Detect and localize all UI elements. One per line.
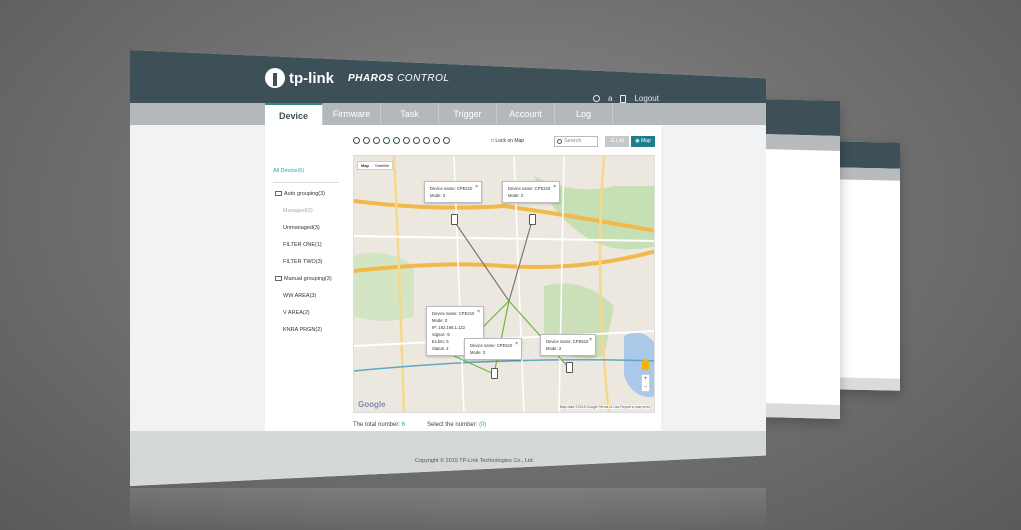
background-window-2 [836,141,900,391]
street-view-pegman-icon[interactable] [642,360,649,370]
main-tabs: Device Firmware Task Trigger Account Log [265,103,613,127]
background-window-footer [836,377,900,391]
map-view-button[interactable]: ◉ Map [631,136,655,147]
product-name: PHAROS CONTROL [348,72,450,84]
search-icon [557,139,562,144]
tab-account[interactable]: Account [497,103,555,127]
user-icon [593,95,600,102]
map-attribution: Map data ©2015 Google Terms of Use Repor… [559,405,650,409]
close-icon[interactable]: × [553,184,556,191]
background-window-navbar [836,167,900,181]
device-count-bar: The total number: 6 Select the number: (… [353,422,486,428]
add-icon[interactable] [353,137,360,144]
sidebar-item-ww-area[interactable]: WW AREA(3) [273,288,343,305]
tab-firmware[interactable]: Firmware [323,103,381,127]
sidebar-item-filter-one[interactable]: FILTER ONE(1) [273,237,343,254]
reboot-icon[interactable] [393,137,400,144]
close-icon[interactable]: × [589,337,592,344]
close-icon[interactable]: × [515,341,518,348]
user-area: a Logout [593,94,659,103]
refresh-icon[interactable] [373,137,380,144]
background-window-footer [760,402,840,420]
lock-on-map-checkbox[interactable]: □ Lock on Map [491,138,524,144]
background-window-header [836,141,900,169]
device-popup: × Device name: CPE510 Mode: 3 [540,334,596,356]
remove-icon[interactable] [443,137,450,144]
tp-link-logo-icon [265,68,285,88]
sidebar-item-all-devices[interactable]: All Device(6) [273,163,343,180]
sidebar-item-manual-grouping[interactable]: Manual grouping(3) [273,271,343,288]
map-type-toggle[interactable]: Map Satellite [357,161,394,170]
sidebar-item-knra-prgn[interactable]: KNRA PRGN(2) [273,322,343,339]
username[interactable]: a [608,94,612,103]
search-input[interactable]: Search [554,136,598,147]
config-icon[interactable] [403,137,410,144]
close-icon[interactable]: × [477,309,480,316]
device-map[interactable]: Map Satellite × Device name: CPE210 Mode:… [353,155,655,413]
background-window-header [760,98,840,137]
logout-link[interactable]: Logout [634,94,658,103]
sidebar-divider [273,182,339,183]
sidebar-item-v-area[interactable]: V AREA(2) [273,305,343,322]
sidebar-item-managed[interactable]: Managed(0) [273,203,343,220]
import-icon[interactable] [423,137,430,144]
background-window-navbar [760,133,840,152]
tab-device[interactable]: Device [265,103,323,127]
tab-task[interactable]: Task [381,103,439,127]
device-marker[interactable] [566,362,573,373]
background-window-1 [760,98,840,420]
device-group-sidebar: All Device(6) Auto grouping(3) Managed(0… [273,163,343,339]
brand-name: tp-link [289,69,334,87]
list-view-button[interactable]: ☰ List [605,136,629,147]
settings-icon[interactable] [433,137,440,144]
zoom-control[interactable]: + − [641,374,650,392]
group-icon [275,191,282,197]
device-marker[interactable] [451,214,458,225]
device-popup: × Device name: CPE210 Mode: 3 [424,181,482,203]
map-type-satellite[interactable]: Satellite [372,162,392,169]
device-marker[interactable] [529,214,536,225]
group-icon [275,276,282,282]
device-toolbar [353,137,450,144]
total-number: The total number: 6 [353,422,406,428]
sidebar-item-unmanaged[interactable]: Unmanaged(3) [273,220,343,237]
sidebar-item-auto-grouping[interactable]: Auto grouping(3) [273,186,343,203]
close-icon[interactable]: × [475,184,478,191]
delete-icon[interactable] [363,137,370,144]
device-popup: × Device name: CPE510 Mode: 3 [464,338,522,360]
window-reflection [130,488,766,530]
tab-trigger[interactable]: Trigger [439,103,497,127]
selected-number: Select the number: (0) [427,422,487,428]
copyright-text: Copyright © 2015 TP-Link Technologies Co… [415,458,535,464]
export-icon[interactable] [413,137,420,144]
device-marker[interactable] [491,368,498,379]
sidebar-item-filter-two[interactable]: FILTER TWO(3) [273,254,343,271]
tab-log[interactable]: Log [555,103,613,127]
upgrade-icon[interactable] [383,137,390,144]
google-logo: Google [358,400,386,409]
device-popup: × Device name: CPE210 Mode: 3 [502,181,560,203]
logout-icon [620,94,627,103]
main-window: tp-link PHAROS CONTROL a Logout Device F… [130,50,766,486]
device-panel: All Device(6) Auto grouping(3) Managed(0… [265,125,661,443]
tp-link-logo: tp-link PHAROS CONTROL [265,68,449,88]
map-type-map[interactable]: Map [358,162,372,169]
